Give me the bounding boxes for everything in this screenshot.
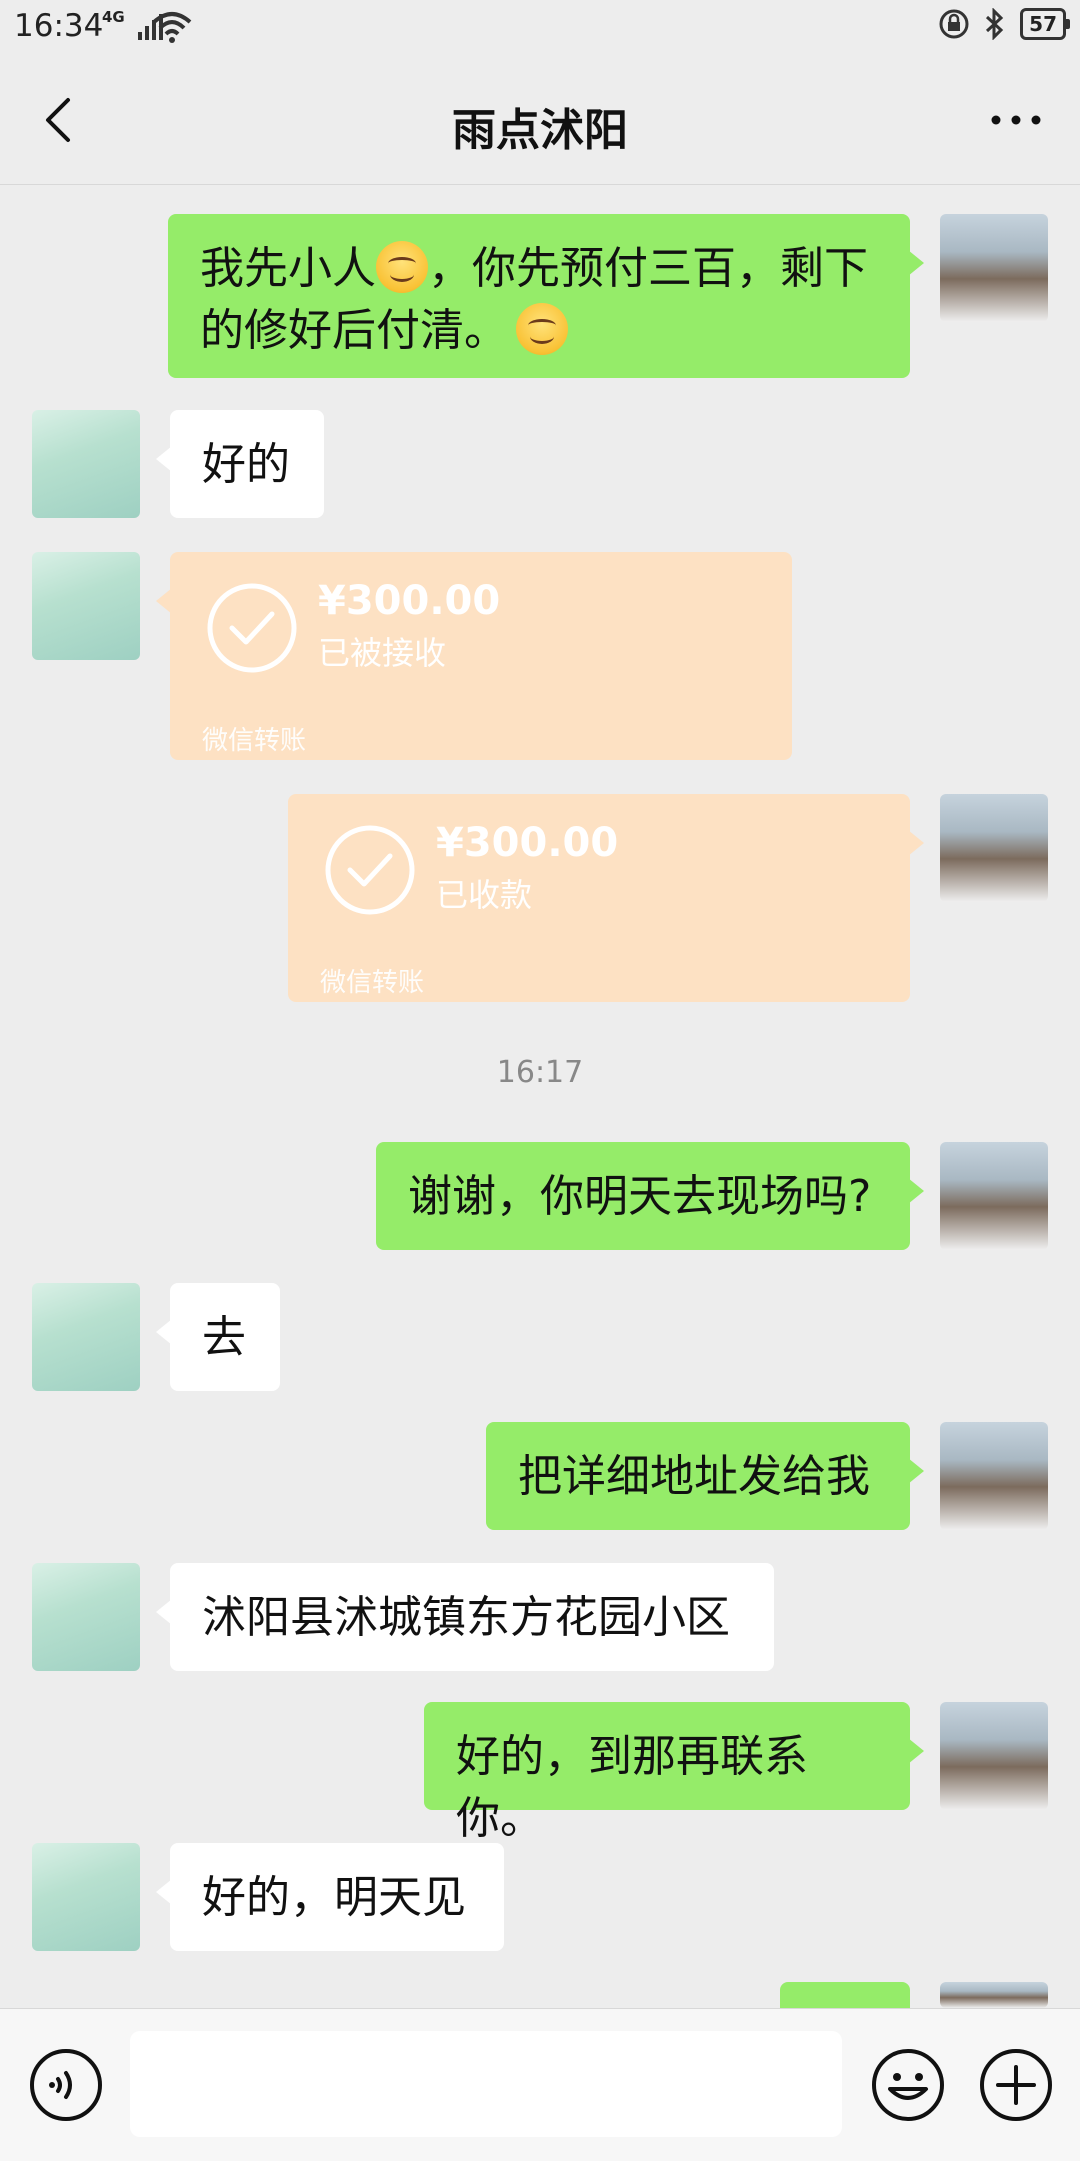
contact-avatar[interactable]	[32, 410, 140, 518]
wifi-icon	[152, 12, 192, 43]
message-text: 好的	[202, 439, 290, 490]
network-type: 4G	[102, 8, 125, 26]
lock-rotation-icon	[939, 9, 969, 39]
transfer-amount: ¥300.00	[318, 578, 501, 624]
my-avatar[interactable]	[940, 1422, 1048, 1530]
voice-input-icon[interactable]	[28, 2047, 104, 2123]
contact-avatar[interactable]	[32, 1843, 140, 1951]
contact-avatar[interactable]	[32, 1563, 140, 1671]
transfer-footer: 微信转账	[320, 968, 425, 998]
message-text: 去	[202, 1312, 246, 1363]
message-text: 把详细地址发给我	[518, 1451, 870, 1502]
plus-icon[interactable]	[978, 2047, 1054, 2123]
smile-emoji-icon	[516, 303, 568, 355]
smile-emoji-icon	[376, 241, 428, 293]
message-input[interactable]	[130, 2031, 842, 2137]
message-bubble-sent[interactable]: 好的，到那再联系你。	[424, 1702, 924, 1844]
my-avatar[interactable]	[940, 214, 1048, 322]
message-text: 我先小人	[200, 243, 376, 294]
message-text: ，你先预付三百，剩下	[428, 243, 868, 294]
message-bubble-received[interactable]: 好的	[156, 410, 324, 518]
transfer-status: 已收款	[436, 876, 533, 914]
transfer-status: 已被接收	[318, 634, 447, 672]
battery-indicator: 57	[1020, 8, 1070, 40]
message-bubble-sent[interactable]: 我先小人 ，你先预付三百，剩下 的修好后付清。	[168, 214, 924, 378]
contact-avatar[interactable]	[32, 1283, 140, 1391]
message-bubble-received[interactable]: 去	[156, 1283, 280, 1391]
more-options-icon[interactable]	[986, 92, 1046, 148]
transfer-card-received[interactable]: ¥300.00 已被接收 微信转账	[156, 552, 792, 760]
transfer-amount: ¥300.00	[436, 820, 619, 866]
message-text: 好的，到那再联系你。	[456, 1731, 808, 1844]
message-bubble-received[interactable]: 沭阳县沭城镇东方花园小区	[156, 1563, 774, 1671]
checkmark-circle-icon	[325, 825, 415, 915]
my-avatar[interactable]	[940, 1142, 1048, 1250]
message-text: 的修好后付清。	[200, 305, 508, 356]
message-bubble-received[interactable]: 好的，明天见	[156, 1843, 504, 1951]
chat-title: 雨点沭阳	[452, 105, 628, 156]
my-avatar[interactable]	[940, 794, 1048, 902]
status-time: 16:34	[14, 8, 104, 44]
input-bar	[0, 2008, 1080, 2161]
transfer-card-sent[interactable]: ¥300.00 已收款 微信转账	[288, 794, 924, 1002]
message-text: 好的，明天见	[202, 1872, 466, 1923]
message-text: 谢谢，你明天去现场吗?	[408, 1171, 872, 1222]
chat-header: 雨点沭阳	[0, 56, 1080, 185]
transfer-footer: 微信转账	[202, 726, 307, 756]
message-bubble-sent[interactable]: 把详细地址发给我	[486, 1422, 924, 1530]
message-bubble-sent[interactable]: 谢谢，你明天去现场吗?	[376, 1142, 924, 1250]
status-bar: 16:34 4G 57	[0, 0, 1080, 56]
my-avatar[interactable]	[940, 1702, 1048, 1810]
bluetooth-icon	[986, 8, 1004, 40]
contact-avatar[interactable]	[32, 552, 140, 660]
chat-timestamp: 16:17	[496, 1055, 584, 1090]
checkmark-circle-icon	[207, 583, 297, 673]
my-avatar[interactable]	[940, 1982, 1048, 2008]
message-bubble-sent[interactable]	[780, 1982, 910, 2008]
emoji-icon[interactable]	[870, 2047, 946, 2123]
message-text: 沭阳县沭城镇东方花园小区	[202, 1592, 730, 1643]
